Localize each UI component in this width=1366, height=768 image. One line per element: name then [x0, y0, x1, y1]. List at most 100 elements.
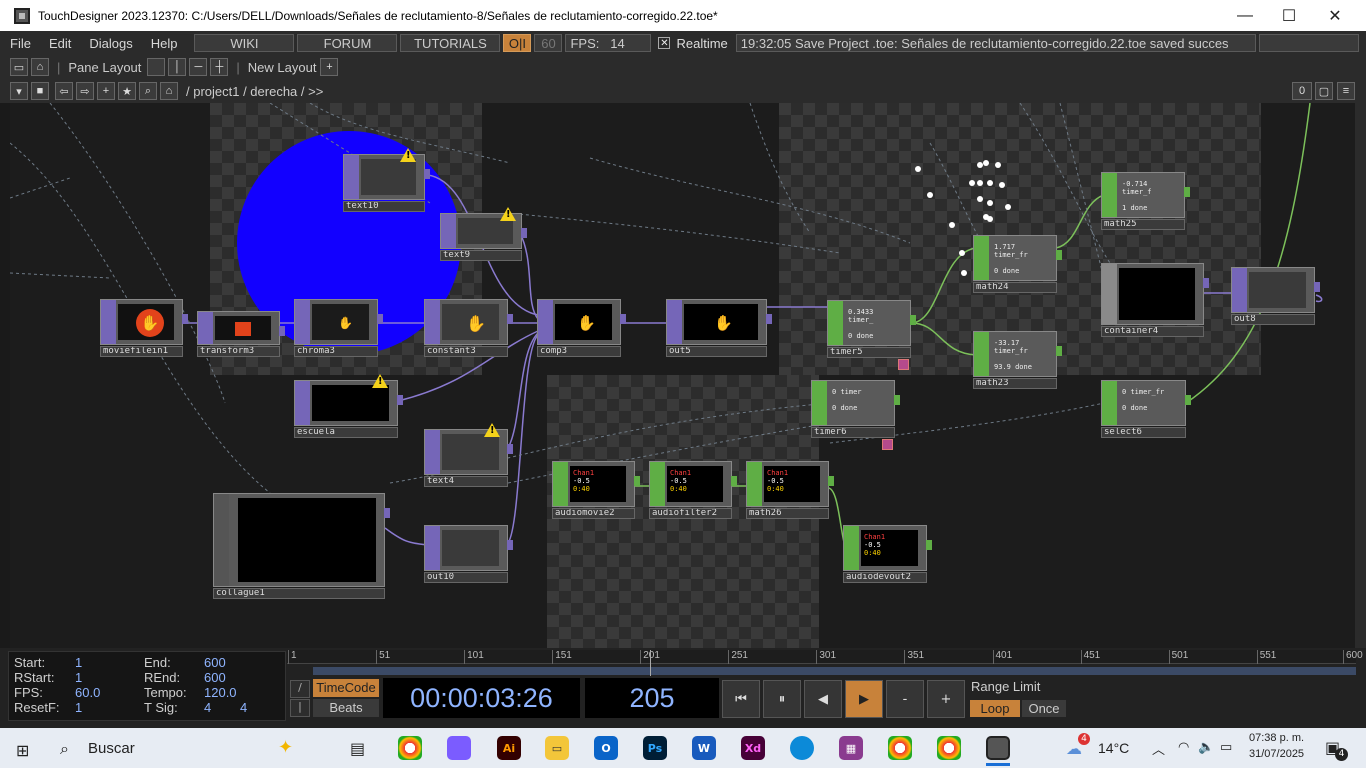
- task-view-icon[interactable]: ▤: [350, 739, 365, 758]
- beats-bar-toggle[interactable]: |: [290, 699, 310, 717]
- taskbar-search[interactable]: Buscar: [88, 740, 135, 757]
- photoshop-icon[interactable]: Ps: [643, 736, 667, 760]
- fps-value[interactable]: 60.0: [75, 685, 100, 700]
- chrome-profile-icon[interactable]: [888, 736, 912, 760]
- play-icon[interactable]: ▶: [845, 680, 883, 718]
- start-value[interactable]: 1: [75, 655, 82, 670]
- fps-limit-field[interactable]: 60: [534, 34, 563, 52]
- node-out5[interactable]: ✋: [666, 299, 772, 345]
- weather-temp[interactable]: 14°C: [1098, 740, 1129, 756]
- clock-date[interactable]: 31/07/2025: [1249, 748, 1304, 760]
- warning-icon[interactable]: [500, 207, 516, 221]
- home-icon[interactable]: ⌂: [31, 58, 49, 76]
- layout-quad-icon[interactable]: ┼: [210, 58, 229, 76]
- frame-display[interactable]: 205: [585, 678, 719, 718]
- rstart-value[interactable]: 1: [75, 670, 82, 685]
- node-collague1[interactable]: [213, 493, 390, 587]
- perform-mode-button[interactable]: O|I: [503, 34, 532, 52]
- node-audiodevout2[interactable]: Chan1 -0.5 0:40: [843, 525, 932, 571]
- playhead[interactable]: [650, 650, 651, 676]
- layout-split-vertical-icon[interactable]: │: [168, 58, 187, 76]
- close-button[interactable]: ✕: [1312, 0, 1358, 31]
- node-chroma3[interactable]: ✋: [294, 299, 383, 345]
- timecode-display[interactable]: 00:00:03:26: [383, 678, 580, 718]
- menu-edit[interactable]: Edit: [40, 36, 80, 51]
- touchdesigner-taskbar-icon[interactable]: [986, 736, 1010, 760]
- menu-dialogs[interactable]: Dialogs: [80, 36, 141, 51]
- illustrator-icon[interactable]: Ai: [497, 736, 521, 760]
- clock-time[interactable]: 07:38 p. m.: [1249, 732, 1304, 744]
- tsig-numerator[interactable]: 4: [204, 700, 211, 715]
- node-select6[interactable]: 0 timer_fr 0 done: [1101, 380, 1191, 426]
- timer-start-icon[interactable]: [882, 439, 893, 450]
- realtime-checkbox[interactable]: ✕: [658, 37, 671, 49]
- loop-button[interactable]: Loop: [970, 700, 1020, 717]
- minimize-button[interactable]: —: [1222, 0, 1268, 31]
- winrar-icon[interactable]: ▦: [839, 736, 863, 760]
- battery-icon[interactable]: ▭: [1220, 740, 1232, 755]
- layout-single-icon[interactable]: [147, 58, 166, 76]
- node-transform3[interactable]: [197, 311, 285, 345]
- copilot-sparkle-icon[interactable]: ✦: [278, 737, 293, 758]
- volume-icon[interactable]: 🔈: [1198, 740, 1214, 755]
- add-op-icon[interactable]: +: [97, 82, 115, 100]
- layout-split-horizontal-icon[interactable]: ─: [189, 58, 208, 76]
- node-constant3[interactable]: ✋: [424, 299, 513, 345]
- step-back-icon[interactable]: ◀: [804, 680, 842, 718]
- wiki-button[interactable]: WIKI: [194, 34, 295, 52]
- add-layout-icon[interactable]: +: [320, 58, 339, 76]
- stop-icon[interactable]: ■: [31, 82, 49, 100]
- search-icon[interactable]: ⌕: [60, 739, 69, 759]
- word-icon[interactable]: W: [692, 736, 716, 760]
- network-editor[interactable]: text10 text9 ✋ moviefilein1 transform3 ✋…: [10, 103, 1355, 648]
- pane-options-icon[interactable]: ≡: [1337, 82, 1355, 100]
- node-out10[interactable]: [424, 525, 513, 571]
- node-math25[interactable]: -0.714 timer_f 1 done: [1101, 172, 1190, 218]
- back-icon[interactable]: ⇦: [55, 82, 73, 100]
- chrome-icon[interactable]: [398, 736, 422, 760]
- node-audiofilter2[interactable]: Chan1 -0.5 0:40: [649, 461, 737, 507]
- rewind-to-start-icon[interactable]: ⏮: [722, 680, 760, 718]
- node-timer5[interactable]: 0.3433 timer_ 0 done: [827, 300, 916, 346]
- pause-icon[interactable]: ⏸: [763, 680, 801, 718]
- node-comp3[interactable]: ✋: [537, 299, 626, 345]
- node-timer6[interactable]: 0 timer 0 done: [811, 380, 900, 426]
- node-container4[interactable]: [1101, 263, 1209, 325]
- forum-button[interactable]: FORUM: [297, 34, 398, 52]
- maximize-button[interactable]: ☐: [1266, 0, 1312, 31]
- chrome-profile2-icon[interactable]: [937, 736, 961, 760]
- timeline-range-bar[interactable]: [313, 667, 1356, 675]
- resetf-value[interactable]: 1: [75, 700, 82, 715]
- bookmark-star-icon[interactable]: ★: [118, 82, 136, 100]
- menu-help[interactable]: Help: [142, 36, 187, 51]
- rend-value[interactable]: 600: [204, 670, 226, 685]
- beats-button[interactable]: Beats: [313, 699, 379, 717]
- wifi-icon[interactable]: ◠: [1178, 740, 1189, 755]
- node-moviefilein1[interactable]: ✋: [100, 299, 188, 345]
- step-plus-button[interactable]: +: [927, 680, 965, 718]
- tsig-denominator[interactable]: 4: [240, 700, 247, 715]
- warning-icon[interactable]: [372, 374, 388, 388]
- file-explorer-icon[interactable]: ▭: [545, 736, 569, 760]
- image-icon[interactable]: ▭: [10, 58, 28, 76]
- network-scrollbar[interactable]: [1355, 103, 1366, 648]
- home-icon[interactable]: ⌂: [160, 82, 178, 100]
- timer-start-icon[interactable]: [898, 359, 909, 370]
- warning-icon[interactable]: [400, 148, 416, 162]
- node-math26[interactable]: Chan1 -0.5 0:40: [746, 461, 834, 507]
- outlook-icon[interactable]: O: [594, 736, 618, 760]
- menu-file[interactable]: File: [0, 36, 40, 51]
- pane-menu-icon[interactable]: ▾: [10, 82, 28, 100]
- warning-icon[interactable]: [484, 423, 500, 437]
- tutorials-button[interactable]: TUTORIALS: [400, 34, 501, 52]
- once-button[interactable]: Once: [1022, 700, 1066, 717]
- node-math24[interactable]: 1.717 timer_fr 0 done: [973, 235, 1062, 281]
- xd-icon[interactable]: Xd: [741, 736, 765, 760]
- windows-start-icon[interactable]: ⊞: [16, 741, 29, 760]
- node-out8[interactable]: [1231, 267, 1320, 313]
- tray-chevron-up-icon[interactable]: ︿: [1152, 739, 1165, 758]
- timecode-button[interactable]: TimeCode: [313, 679, 379, 697]
- timecode-slash-toggle[interactable]: /: [290, 680, 310, 698]
- node-math23[interactable]: -33.17 timer_fr 93.9 done: [973, 331, 1062, 377]
- edge-icon[interactable]: [790, 736, 814, 760]
